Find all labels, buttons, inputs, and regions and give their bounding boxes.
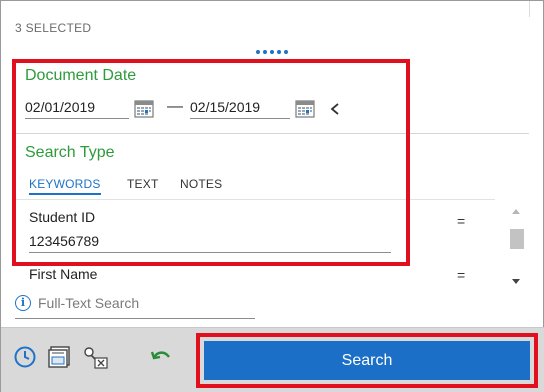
field-label-first-name: First Name xyxy=(29,266,98,282)
fields-scrollbar[interactable] xyxy=(506,205,526,293)
filters-highlight-box xyxy=(12,59,410,266)
panel-edge xyxy=(529,1,543,17)
operator-student-id[interactable]: = xyxy=(457,213,465,229)
undo-icon[interactable] xyxy=(149,345,173,369)
selected-count: 3 SELECTED xyxy=(15,21,92,35)
operator-first-name[interactable]: = xyxy=(457,267,465,283)
scroll-thumb[interactable] xyxy=(510,229,524,249)
search-panel: 3 SELECTED Document Date 02/01/2019 — 02… xyxy=(0,0,544,392)
fulltext-search-placeholder: Full-Text Search xyxy=(38,295,140,311)
history-icon[interactable] xyxy=(13,345,37,369)
scroll-down-arrow-icon[interactable] xyxy=(512,279,520,284)
records-icon[interactable] xyxy=(47,345,75,369)
fulltext-search-field[interactable]: i Full-Text Search xyxy=(15,293,255,319)
info-icon[interactable]: i xyxy=(15,295,31,311)
search-button-highlight-box xyxy=(196,333,538,388)
permissions-icon[interactable] xyxy=(81,345,109,369)
scroll-up-arrow-icon[interactable] xyxy=(512,209,520,214)
drag-handle[interactable] xyxy=(256,41,292,54)
